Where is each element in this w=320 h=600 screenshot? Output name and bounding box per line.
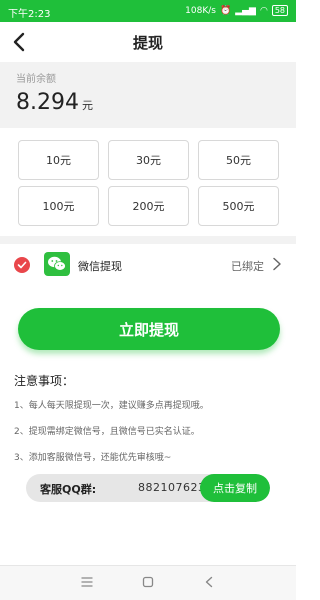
network-speed: 108K/s (185, 5, 216, 16)
amount-option-10[interactable]: 10元 (18, 140, 99, 180)
header: 提现 (0, 22, 296, 62)
status-bar: 下午2:23 108K/s ⏰ ▂▄▆ ◠ 58 (0, 0, 296, 22)
amount-options: 10元 30元 50元 100元 200元 500元 (18, 140, 280, 226)
checkmark-icon (17, 261, 27, 269)
status-right: 108K/s ⏰ ▂▄▆ ◠ 58 (185, 5, 288, 16)
wechat-bind-status: 已绑定 (231, 260, 264, 273)
balance-value: 8.294 元 (16, 90, 93, 115)
note-item: 2、提现需绑定微信号，且微信号已实名认证。 (14, 427, 200, 437)
status-time: 下午2:23 (8, 9, 51, 20)
chevron-right-icon (273, 257, 281, 271)
wechat-icon (44, 252, 70, 276)
signal-icon: ▂▄▆ (235, 5, 256, 16)
alarm-icon: ⏰ (219, 5, 232, 16)
page-title: 提现 (132, 34, 163, 52)
balance-unit: 元 (81, 99, 93, 112)
amount-option-200[interactable]: 200元 (108, 186, 189, 226)
system-nav-bar (0, 565, 296, 600)
home-square-icon[interactable] (141, 575, 155, 589)
notes-title: 注意事项： (14, 374, 75, 388)
amount-option-30[interactable]: 30元 (108, 140, 189, 180)
wifi-icon: ◠ (259, 5, 268, 16)
amount-option-500[interactable]: 500元 (198, 186, 279, 226)
balance-amount: 8.294 (16, 90, 79, 115)
section-divider (0, 236, 296, 244)
battery-icon: 58 (271, 5, 288, 16)
copy-button[interactable]: 点击复制 (200, 474, 270, 502)
wechat-withdraw-label: 微信提现 (78, 260, 122, 273)
qq-group-number: 882107623 (138, 481, 206, 494)
note-item: 3、添加客服微信号，还能优先审核哦~ (14, 453, 172, 463)
selected-check-icon[interactable] (14, 257, 30, 273)
withdraw-button[interactable]: 立即提现 (18, 308, 280, 350)
amount-option-100[interactable]: 100元 (18, 186, 99, 226)
amount-option-50[interactable]: 50元 (198, 140, 279, 180)
qq-group-label: 客服QQ群: (40, 483, 97, 496)
qq-group-bar: 客服QQ群: 882107623 点击复制 (26, 474, 270, 502)
balance-label: 当前余额 (16, 74, 56, 85)
balance-panel: 当前余额 8.294 元 (0, 62, 296, 128)
menu-icon[interactable] (80, 575, 94, 589)
back-triangle-icon[interactable] (202, 575, 216, 589)
wechat-withdraw-row[interactable]: 微信提现 已绑定 (0, 248, 296, 280)
note-item: 1、每人每天限提现一次，建议赚多点再提现哦。 (14, 401, 209, 411)
